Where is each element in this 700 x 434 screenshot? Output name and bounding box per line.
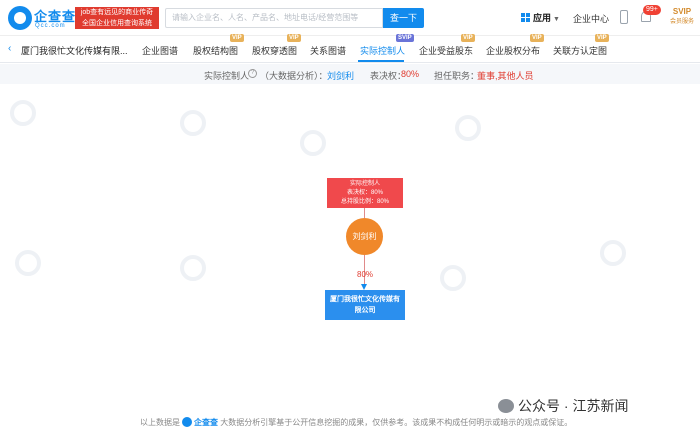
tab-related-party[interactable]: 关联方认定图: [553, 44, 607, 57]
voting-value: 80%: [401, 69, 420, 79]
question-icon[interactable]: ?: [248, 69, 257, 78]
search-button[interactable]: 查一下: [383, 8, 424, 28]
controller-info-bar: 实际控制人 ? （大数据分析）： 刘剑利 表决权： 80% 担任职务： 董事,其…: [0, 64, 700, 84]
search-input[interactable]: 请输入企业名、人名、产品名、地址电话/经营范围等: [165, 8, 383, 28]
person-node[interactable]: 刘剑利: [346, 218, 383, 255]
company-node[interactable]: 厦门我很忙文化传媒有 限公司: [325, 290, 405, 320]
back-arrow-icon[interactable]: ‹: [8, 43, 11, 54]
notification-badge: 99+: [643, 5, 661, 15]
tab-relationship-graph[interactable]: 关系图谱: [310, 44, 346, 57]
enterprise-center-link[interactable]: 企业中心: [573, 12, 609, 25]
slogan-line-1: job查有远见的商业传奇: [80, 9, 154, 16]
qcc-mini-logo-icon: [182, 417, 192, 427]
tab-actual-controller[interactable]: 实际控制人: [360, 44, 405, 57]
vip-tag: VIP: [595, 34, 609, 42]
vip-tag: VIP: [230, 34, 244, 42]
vip-tag: VIP: [530, 34, 544, 42]
watermark-logo-icon: [10, 100, 36, 126]
disclaimer: 以上数据是 企查查 大数据分析引擎基于公开信息挖掘的成果，仅供参考。该成果不构成任…: [140, 417, 572, 428]
tab-enterprise-graph[interactable]: 企业图谱: [142, 44, 178, 57]
vip-tag: VIP: [461, 34, 475, 42]
watermark-logo-icon: [180, 255, 206, 281]
watermark-logo-icon: [600, 240, 626, 266]
tab-equity-distribution[interactable]: 企业股权分布: [486, 44, 540, 57]
controller-box-voting: 表决权：80%: [346, 190, 383, 196]
logo-subtext: Qcc.com: [35, 23, 66, 29]
disclaimer-text: 大数据分析引擎基于公开信息挖掘的成果，仅供参考。该成果不构成任何明示或暗示的观点…: [220, 418, 573, 427]
vip-tag: VIP: [287, 34, 301, 42]
wechat-watermark: 公众号 · 江苏新闻: [498, 396, 628, 416]
controller-box-holding: 总持股比例：80%: [340, 199, 389, 205]
position-value: 董事,其他人员: [477, 71, 534, 81]
company-node-line-1: 厦门我很忙文化传媒有: [330, 296, 400, 303]
active-tab-indicator: [358, 60, 404, 62]
qcc-logo-icon[interactable]: [8, 6, 32, 30]
apps-label: 应用: [533, 13, 552, 23]
watermark-logo-icon: [440, 265, 466, 291]
disclaimer-brand: 企查查: [194, 418, 218, 427]
slogan-banner[interactable]: job查有远见的商业传奇 全国企业信用查询系统: [75, 7, 159, 29]
svip-tag: SVIP: [396, 34, 414, 42]
chevron-down-icon: ▼: [553, 16, 560, 23]
wechat-text: 公众号 · 江苏新闻: [518, 398, 629, 414]
svip-member-button[interactable]: SVIP 会员服务: [668, 7, 696, 25]
watermark-logo-icon: [180, 110, 206, 136]
apps-menu[interactable]: 应用 ▼: [521, 11, 560, 24]
watermark-logo-icon: [15, 250, 41, 276]
slogan-line-2: 全国企业信用查询系统: [82, 20, 152, 27]
phone-icon[interactable]: [620, 10, 628, 24]
edge-percent-label: 80%: [357, 270, 374, 279]
company-node-line-2: 限公司: [354, 307, 376, 314]
svip-label: SVIP: [672, 7, 692, 16]
connector-line: [364, 208, 365, 218]
analysis-label: （大数据分析）：: [260, 71, 328, 81]
company-name-link[interactable]: 厦门我很忙文化传媒有限...: [21, 44, 128, 57]
watermark-logo-icon: [300, 130, 326, 156]
tab-beneficial-shareholders[interactable]: 企业受益股东: [419, 44, 473, 57]
controller-box-title: 实际控制人: [349, 181, 380, 187]
position-label: 担任职务：: [434, 71, 480, 81]
watermark-logo-icon: [455, 115, 481, 141]
grid-icon: [521, 13, 530, 22]
tab-equity-structure[interactable]: 股权结构图: [193, 44, 238, 57]
top-bar: 企查查 Qcc.com job查有远见的商业传奇 全国企业信用查询系统 请输入企…: [0, 0, 700, 36]
svip-sublabel: 会员服务: [669, 19, 694, 25]
tab-equity-penetration[interactable]: 股权穿透图: [252, 44, 297, 57]
controller-name-link[interactable]: 刘剑利: [327, 69, 354, 82]
actual-controller-box[interactable]: 实际控制人 表决权：80% 总持股比例：80%: [327, 178, 403, 208]
actual-controller-label: 实际控制人: [204, 71, 250, 81]
disclaimer-prefix: 以上数据是: [140, 418, 180, 427]
wechat-icon: [498, 399, 514, 413]
